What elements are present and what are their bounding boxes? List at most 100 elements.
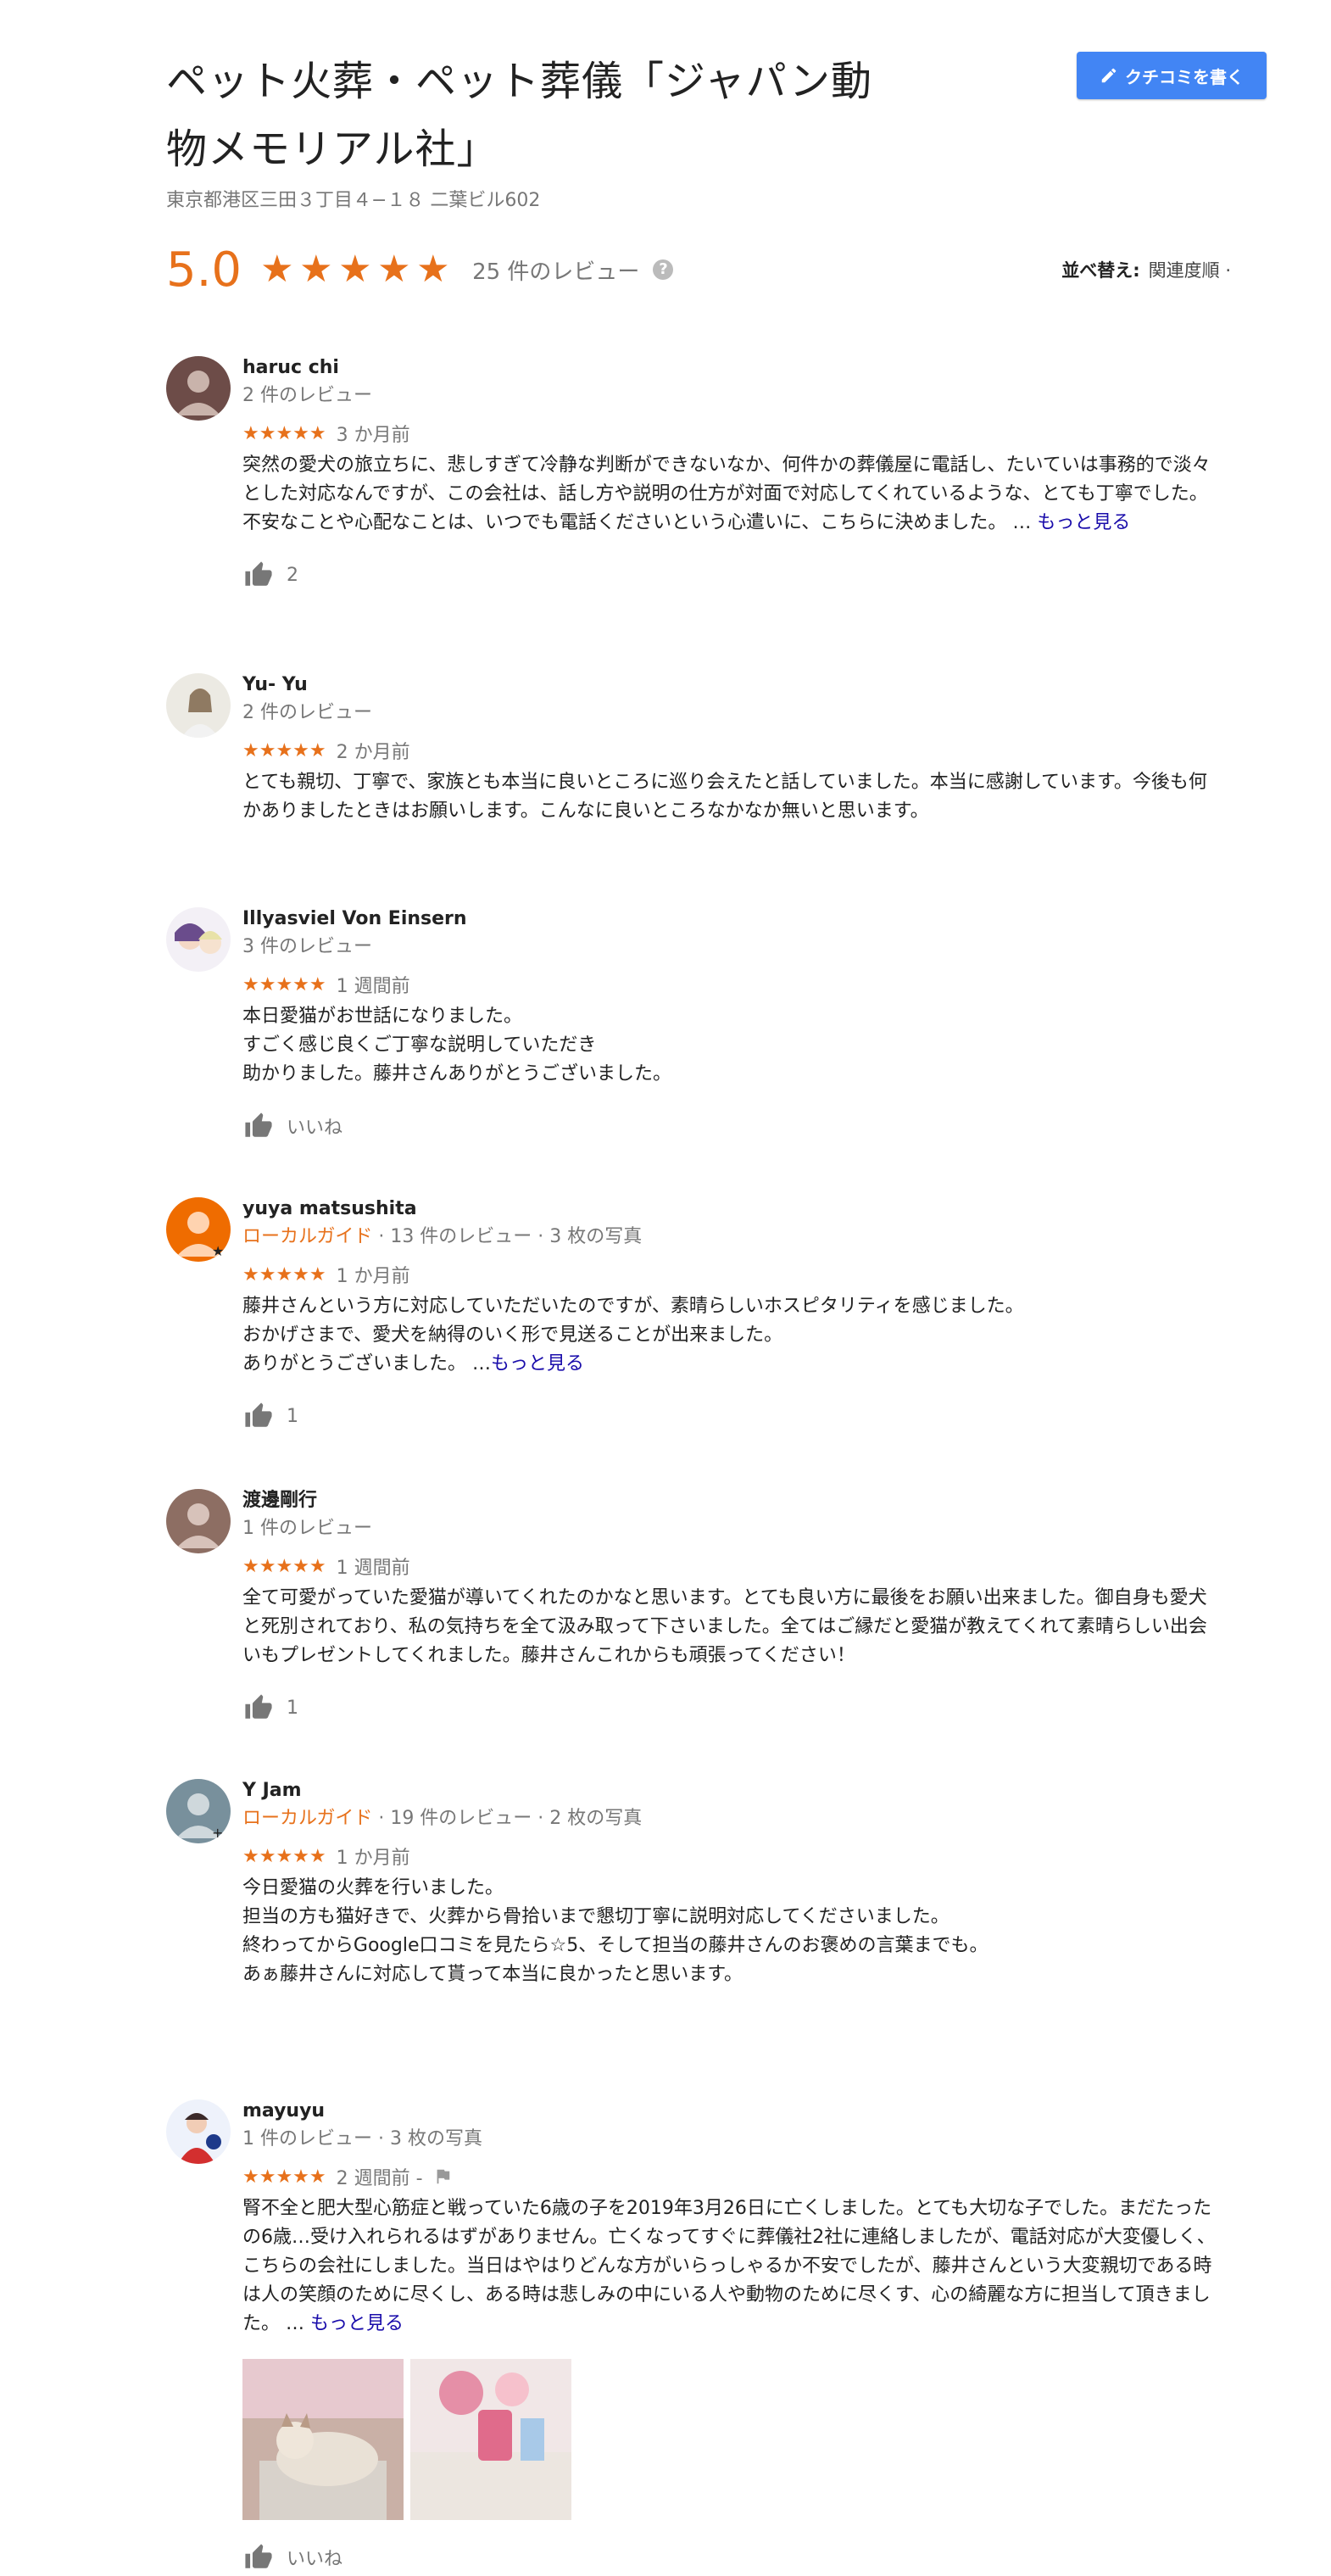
like-count: 1	[287, 1405, 298, 1427]
more-link[interactable]: もっと見る	[310, 2313, 404, 2334]
review-stars: ★★★★★	[242, 1845, 326, 1867]
review-stars: ★★★★★	[242, 739, 326, 761]
review-count[interactable]: 25 件のレビュー	[472, 254, 639, 286]
reviewer-meta: 1 件のレビュー	[242, 1518, 372, 1539]
reviewer-meta: 1 件のレビュー · 3 枚の写真	[242, 2128, 482, 2149]
flag-icon[interactable]	[433, 2167, 452, 2186]
sort-dropdown[interactable]: 並べ替え: 関連度順 ·	[1061, 257, 1231, 282]
review-text: 全て可愛がっていた愛猫が導いてくれたのかなと思います。とても良い方に最後をお願い…	[242, 1587, 1207, 1666]
review-text-line: 担当の方も猫好きで、火葬から骨拾いまで懇切丁寧に説明対応してくださいました。	[242, 1906, 950, 1927]
review-text: とても親切、丁寧で、家族とも本当に良いところに巡り会えたと話していました。本当に…	[242, 772, 1207, 822]
review-photo[interactable]	[242, 2359, 404, 2520]
review-date: 1 か月前	[336, 1848, 410, 1869]
avatar[interactable]: +	[166, 1779, 234, 1847]
star-icon: ★	[338, 248, 372, 291]
title-line-2: 物メモリアル社」	[166, 125, 498, 173]
reviewer-name[interactable]: yuya matsushita	[242, 1197, 1217, 1221]
like-button[interactable]: 1	[242, 1399, 1217, 1433]
review-text: 今日愛猫の火葬を行いました。 担当の方も猫好きで、火葬から骨拾いまで懇切丁寧に説…	[242, 1874, 1217, 1989]
write-review-label: クチコミを書く	[1125, 66, 1244, 87]
write-review-button[interactable]: クチコミを書く	[1077, 52, 1267, 99]
avatar[interactable]	[166, 2099, 231, 2164]
review-text-line: 今日愛猫の火葬を行いました。	[242, 1877, 504, 1899]
help-icon[interactable]: ?	[653, 259, 674, 280]
reviewer-name[interactable]: mayuyu	[242, 2099, 1217, 2123]
review-stars: ★★★★★	[242, 973, 326, 995]
reviewer-meta: ローカルガイド · 13 件のレビュー · 3 枚の写真	[242, 1224, 1217, 1250]
thumbs-up-icon	[245, 2544, 272, 2568]
review-text-line: あぁ藤井さんに対応して貰って本当に良かったと思います。	[242, 1964, 743, 1985]
avatar[interactable]	[166, 1489, 231, 1553]
reviewer-name[interactable]: 渡邊剛行	[242, 1489, 1217, 1513]
like-count: 2	[287, 564, 298, 586]
thumbs-up-icon	[245, 1694, 272, 1719]
rating-stars: ★ ★ ★ ★ ★	[260, 248, 452, 291]
review-photos	[242, 2359, 1217, 2520]
like-label: いいね	[287, 1118, 343, 1139]
reviewer-name[interactable]: Y Jam	[242, 1779, 1217, 1803]
rating-summary: 5.0 ★ ★ ★ ★ ★ 25 件のレビュー ? 並べ替え: 関連度順 ·	[166, 239, 1268, 300]
like-button[interactable]: いいね	[242, 2540, 1217, 2574]
review-text-line: ありがとうございました。 …	[242, 1353, 491, 1374]
place-title: ペット火葬・ペット葬儀「ジャパン動 物メモリアル社」	[166, 47, 946, 183]
more-link[interactable]: もっと見る	[491, 1353, 584, 1374]
review-stars: ★★★★★	[242, 422, 326, 444]
review-stars: ★★★★★	[242, 2166, 326, 2188]
review-text-line: 本日愛猫がお世話になりました。	[242, 1006, 523, 1027]
review-text: 本日愛猫がお世話になりました。 すごく感じ良くご丁寧な説明していただき 助かりま…	[242, 1002, 1217, 1089]
like-button[interactable]: 1	[242, 1691, 1217, 1725]
reviewer-meta: ローカルガイド · 19 件のレビュー · 2 枚の写真	[242, 1806, 1217, 1832]
avatar[interactable]	[166, 356, 231, 421]
place-header: ペット火葬・ペット葬儀「ジャパン動 物メモリアル社」 東京都港区三田３丁目４−１…	[166, 47, 946, 212]
local-guide-label: ローカルガイド	[242, 1808, 373, 1829]
review-date: 1 か月前	[336, 1266, 410, 1287]
like-button[interactable]: いいね	[242, 1109, 1217, 1143]
reviewer-meta: 3 件のレビュー	[242, 936, 372, 957]
review-text-line: 藤井さんという方に対応していただいたのですが、素晴らしいホスピタリティを感じまし…	[242, 1296, 1024, 1317]
review-text: 腎不全と肥大型心筋症と戦っていた6歳の子を2019年3月26日に亡くしました。と…	[242, 2194, 1217, 2339]
avatar[interactable]	[166, 907, 231, 972]
avatar[interactable]	[166, 673, 231, 738]
star-icon: ★	[377, 248, 411, 291]
review-stars: ★★★★★	[242, 1263, 326, 1285]
title-line-1: ペット火葬・ペット葬儀「ジャパン動	[166, 58, 873, 105]
rating-score: 5.0	[166, 242, 242, 298]
thumbs-up-icon	[245, 1402, 272, 1427]
like-count: 1	[287, 1697, 298, 1719]
review-text-line: 終わってからGoogle口コミを見たら☆5、そして担当の藤井さんのお褒めの言葉ま…	[242, 1935, 989, 1956]
sort-label: 並べ替え:	[1061, 260, 1140, 281]
more-link[interactable]: もっと見る	[1037, 512, 1130, 533]
review-date: 3 か月前	[336, 425, 410, 446]
like-label: いいね	[287, 2549, 343, 2570]
reviewer-meta: 2 件のレビュー	[242, 702, 372, 723]
avatar[interactable]: ★	[166, 1197, 234, 1265]
review-text: 突然の愛犬の旅立ちに、悲しすぎて冷静な判断ができないなか、何件かの葬儀屋に電話し…	[242, 451, 1217, 538]
local-guide-badge-icon: ★	[212, 1243, 225, 1259]
review-date: 1 週間前	[336, 976, 410, 997]
reviewer-name[interactable]: Illyasviel Von Einsern	[242, 907, 1217, 931]
like-button[interactable]: 2	[242, 558, 1217, 592]
sort-value: 関連度順 ·	[1148, 260, 1231, 281]
review-date: 1 週間前	[336, 1558, 410, 1579]
review-date: 2 週間前 -	[336, 2168, 423, 2189]
reviewer-stats: · 19 件のレビュー · 2 枚の写真	[372, 1808, 643, 1829]
reviewer-name[interactable]: haruc chi	[242, 356, 1217, 380]
reviewer-name[interactable]: Yu- Yu	[242, 673, 1217, 697]
star-icon: ★	[299, 248, 333, 291]
thumbs-up-icon	[245, 1112, 272, 1137]
reviewer-stats: · 13 件のレビュー · 3 枚の写真	[372, 1226, 643, 1247]
star-icon: ★	[260, 248, 294, 291]
review-photo[interactable]	[410, 2359, 571, 2520]
review-text: 藤井さんという方に対応していただいたのですが、素晴らしいホスピタリティを感じまし…	[242, 1292, 1217, 1379]
review-text-line: おかげさまで、愛犬を納得のいく形で見送ることが出来ました。	[242, 1324, 783, 1346]
review-text-line: 助かりました。藤井さんありがとうございました。	[242, 1063, 672, 1084]
local-guide-badge-icon: +	[212, 1825, 224, 1841]
review-date: 2 か月前	[336, 742, 410, 763]
reviewer-meta: 2 件のレビュー	[242, 385, 372, 406]
local-guide-label: ローカルガイド	[242, 1226, 373, 1247]
review-stars: ★★★★★	[242, 1555, 326, 1577]
thumbs-up-icon	[245, 561, 272, 586]
place-address: 東京都港区三田３丁目４−１８ 二葉ビル602	[166, 190, 541, 211]
pencil-icon	[1101, 68, 1117, 83]
review-text-line: すごく感じ良くご丁寧な説明していただき	[242, 1034, 597, 1056]
